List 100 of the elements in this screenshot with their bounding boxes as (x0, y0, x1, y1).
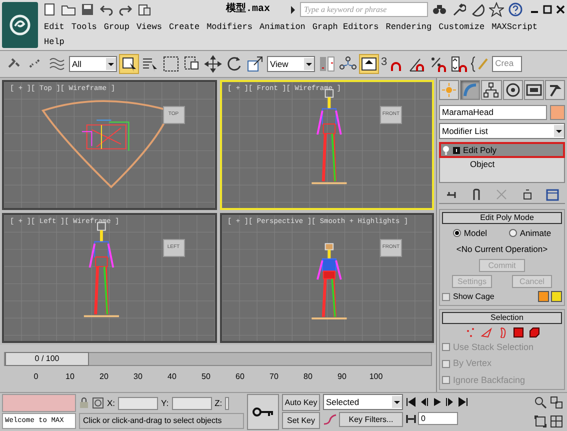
absolute-mode-icon[interactable] (92, 397, 104, 409)
close-icon[interactable] (556, 5, 565, 14)
modifier-stack-item[interactable]: Edit Poly (440, 143, 564, 157)
hierarchy-icon (483, 82, 500, 98)
select-object-icon[interactable] (120, 55, 138, 73)
selection-filter-dropdown[interactable]: All (69, 56, 117, 72)
vertex-icon[interactable] (464, 326, 476, 338)
command-panel-tab[interactable] (524, 80, 544, 100)
tick-label: 10 (66, 372, 74, 383)
menu-item[interactable]: Create (168, 20, 200, 35)
percent-snap-icon[interactable] (429, 55, 448, 73)
menu-item[interactable]: Modifiers (206, 20, 252, 35)
script-listener-field[interactable] (2, 394, 76, 412)
menu-item[interactable]: Edit (44, 20, 64, 35)
coordinate-field[interactable] (225, 396, 230, 410)
cage-color-swatch[interactable] (551, 291, 562, 302)
radio-option[interactable]: Model (452, 227, 488, 240)
go-to-end-icon[interactable] (458, 397, 468, 407)
zoom-all-icon[interactable] (550, 396, 563, 410)
key-filters-button[interactable]: Key Filters... (339, 412, 403, 427)
tick-label: 30 (134, 372, 142, 383)
operation-label: <No Current Operation> (455, 242, 549, 256)
polygon-icon[interactable] (512, 326, 524, 338)
new-file-icon[interactable] (42, 2, 57, 17)
modifier-stack-item[interactable]: Object (440, 157, 564, 171)
tangent-icon[interactable] (323, 414, 337, 426)
menu-item[interactable]: MAXScript (492, 20, 538, 35)
menu-item[interactable]: Help (44, 35, 64, 50)
configure-sets-icon[interactable] (546, 188, 559, 202)
frame-field[interactable]: 0 (418, 412, 458, 425)
command-panel-tab[interactable] (544, 80, 566, 100)
maximize-viewport-icon[interactable] (550, 414, 563, 428)
go-to-start-icon[interactable] (406, 397, 416, 407)
rectangle-region-icon[interactable] (162, 55, 180, 73)
edge-icon[interactable] (480, 326, 492, 338)
wave-icon[interactable] (48, 55, 66, 73)
key-mode-toggle-icon[interactable] (406, 414, 416, 424)
wrench-icon[interactable] (451, 2, 466, 17)
caret-icon (392, 396, 402, 408)
key-icon (252, 407, 274, 417)
menu-item[interactable]: Customize (438, 20, 485, 35)
menu-item[interactable]: Tools (71, 20, 97, 35)
app-logo[interactable] (2, 2, 38, 48)
menu-item[interactable]: Graph Editors (312, 20, 379, 35)
checkbox-option[interactable]: Show Cage (442, 290, 494, 302)
coordinate-label: X: (107, 396, 116, 410)
search-field[interactable]: Type a keyword or phrase (300, 2, 428, 17)
rollout-header[interactable]: Selection (442, 312, 562, 324)
status-prompt: Click or click-and-drag to select objects (79, 413, 244, 429)
object-color-swatch[interactable] (550, 105, 565, 120)
project-folder-icon[interactable] (137, 2, 152, 17)
previous-frame-icon[interactable] (419, 397, 429, 407)
cage-color-swatch[interactable] (538, 291, 549, 302)
command-panel-tab[interactable] (481, 80, 502, 100)
edit-named-selection-icon[interactable] (471, 55, 490, 73)
reference-coordinate-dropdown[interactable]: View (267, 56, 315, 72)
star-icon[interactable] (489, 2, 504, 17)
time-slider-label[interactable]: 0 / 100 (5, 352, 89, 366)
time-slider-track[interactable]: 0 / 100 (4, 352, 432, 366)
caret-icon[interactable] (290, 6, 296, 14)
next-frame-icon[interactable] (445, 397, 455, 407)
coordinate-field[interactable] (172, 396, 212, 410)
command-panel-tab[interactable] (502, 80, 523, 100)
zoom-extents-icon[interactable] (534, 414, 547, 428)
element-icon[interactable] (528, 326, 540, 338)
zoom-icon[interactable] (534, 396, 547, 410)
monitor-icon (526, 82, 542, 98)
snap-label: 3 (381, 55, 388, 70)
tick-label: 20 (100, 372, 108, 383)
rollout-header[interactable]: Edit Poly Mode (442, 212, 562, 224)
set-key-button[interactable]: Set Key (282, 412, 320, 429)
modifier-list-dropdown[interactable]: Modifier List (439, 123, 565, 139)
auto-key-button[interactable]: Auto Key (282, 394, 320, 411)
coordinate-label: Y: (161, 396, 169, 410)
scale-icon[interactable] (246, 55, 264, 73)
caret-icon (304, 58, 314, 70)
menu-item[interactable]: Animation (259, 20, 306, 35)
tick-label: 70 (270, 372, 278, 383)
set-keys-button[interactable] (247, 394, 279, 430)
save-icon[interactable] (80, 2, 95, 17)
play-icon[interactable] (432, 397, 442, 407)
menu-item[interactable]: Group (104, 20, 130, 35)
menu-item[interactable]: Rendering (386, 20, 432, 35)
rotate-icon[interactable] (225, 55, 243, 73)
key-mode-dropdown[interactable]: Selected (323, 394, 403, 410)
coordinate-field[interactable] (118, 396, 158, 410)
tick-label: 90 (338, 372, 346, 383)
lock-icon[interactable] (79, 397, 89, 409)
object-name-field[interactable]: MaramaHead (439, 105, 547, 120)
help-icon[interactable] (508, 2, 523, 17)
spinner-snap-icon[interactable] (450, 55, 468, 73)
named-selection-field[interactable]: Crea (492, 56, 522, 72)
align-icon[interactable] (360, 55, 378, 73)
tick-label: 0 (34, 372, 38, 383)
remove-modifier-icon[interactable] (520, 188, 534, 202)
move-icon[interactable] (204, 55, 222, 73)
binoculars-icon[interactable] (432, 2, 447, 17)
radio-option[interactable]: Animate (508, 227, 552, 240)
menu-item[interactable]: Views (136, 20, 162, 35)
maximize-icon[interactable] (543, 5, 552, 14)
